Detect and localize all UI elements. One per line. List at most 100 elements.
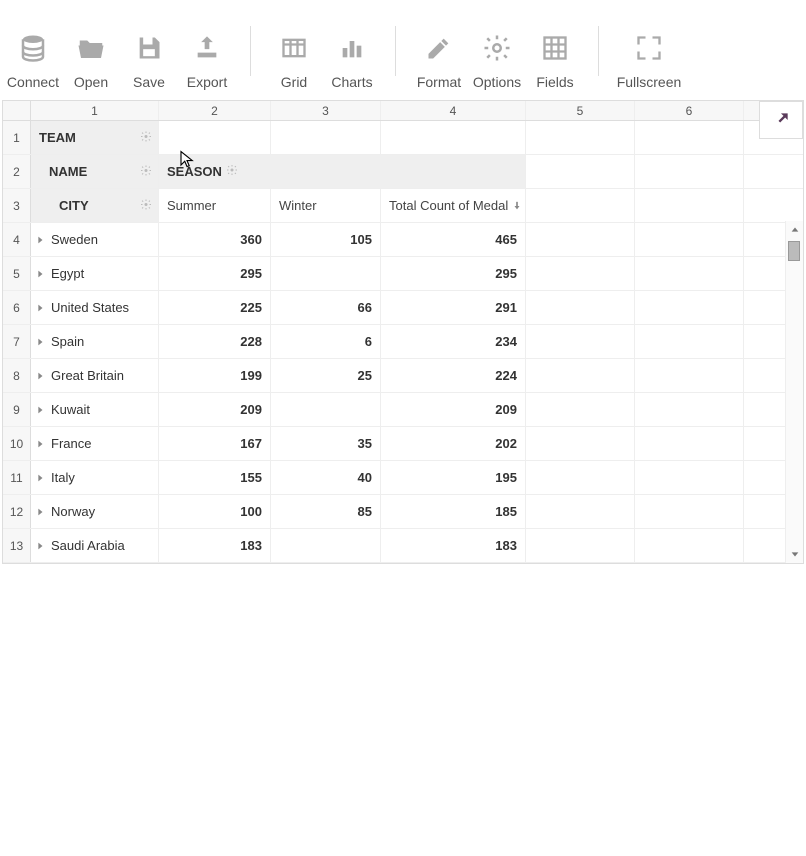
expand-icon[interactable]: [35, 303, 45, 313]
team-cell[interactable]: Saudi Arabia: [31, 529, 159, 562]
separator: [598, 26, 599, 76]
col-header-2[interactable]: 2: [159, 101, 271, 120]
total-value[interactable]: 195: [381, 461, 526, 494]
scroll-up-icon[interactable]: [788, 223, 802, 237]
hierarchy-row-name: 2 NAME SEASON: [3, 155, 803, 189]
winter-value[interactable]: [271, 529, 381, 562]
team-cell[interactable]: Norway: [31, 495, 159, 528]
total-value[interactable]: 291: [381, 291, 526, 324]
team-cell[interactable]: Egypt: [31, 257, 159, 290]
gear-icon[interactable]: [226, 164, 238, 179]
expand-icon[interactable]: [35, 269, 45, 279]
summer-value[interactable]: 295: [159, 257, 271, 290]
summer-value[interactable]: 228: [159, 325, 271, 358]
row-number: 11: [3, 461, 31, 494]
summer-value[interactable]: 100: [159, 495, 271, 528]
winter-value[interactable]: [271, 393, 381, 426]
winter-value[interactable]: 85: [271, 495, 381, 528]
name-header[interactable]: NAME: [31, 155, 159, 188]
open-button[interactable]: Open: [62, 18, 120, 90]
winter-value[interactable]: 25: [271, 359, 381, 392]
chart-icon: [338, 26, 366, 70]
expand-icon[interactable]: [35, 541, 45, 551]
col-header-5[interactable]: 5: [526, 101, 635, 120]
table-row: 13Saudi Arabia183183: [3, 529, 803, 563]
col-header-1[interactable]: 1: [31, 101, 159, 120]
total-value[interactable]: 183: [381, 529, 526, 562]
table-row: 7Spain2286234: [3, 325, 803, 359]
fields-button[interactable]: Fields: [526, 18, 584, 90]
total-value[interactable]: 209: [381, 393, 526, 426]
expand-icon[interactable]: [35, 439, 45, 449]
total-value[interactable]: 295: [381, 257, 526, 290]
total-value[interactable]: 202: [381, 427, 526, 460]
team-name: France: [51, 436, 91, 451]
team-cell[interactable]: Kuwait: [31, 393, 159, 426]
team-cell[interactable]: Italy: [31, 461, 159, 494]
winter-value[interactable]: [271, 257, 381, 290]
charts-button[interactable]: Charts: [323, 18, 381, 90]
summer-value[interactable]: 199: [159, 359, 271, 392]
team-cell[interactable]: Sweden: [31, 223, 159, 256]
options-button[interactable]: Options: [468, 18, 526, 90]
gear-icon[interactable]: [140, 130, 152, 145]
col-header-4[interactable]: 4: [381, 101, 526, 120]
table-row: 11Italy15540195: [3, 461, 803, 495]
team-cell[interactable]: United States: [31, 291, 159, 324]
scroll-down-icon[interactable]: [788, 547, 802, 561]
gear-icon[interactable]: [140, 198, 152, 213]
summer-value[interactable]: 155: [159, 461, 271, 494]
winter-value[interactable]: 6: [271, 325, 381, 358]
expand-icon[interactable]: [35, 337, 45, 347]
team-header[interactable]: TEAM: [31, 121, 159, 154]
expand-icon[interactable]: [35, 235, 45, 245]
summer-value[interactable]: 225: [159, 291, 271, 324]
winter-value[interactable]: 35: [271, 427, 381, 460]
total-value[interactable]: 224: [381, 359, 526, 392]
team-name: United States: [51, 300, 129, 315]
fullscreen-button[interactable]: Fullscreen: [613, 18, 685, 90]
season-header[interactable]: SEASON: [159, 155, 526, 188]
summer-col[interactable]: Summer: [159, 189, 271, 222]
row-number: 8: [3, 359, 31, 392]
total-value[interactable]: 234: [381, 325, 526, 358]
col-header-3[interactable]: 3: [271, 101, 381, 120]
export-button[interactable]: Export: [178, 18, 236, 90]
winter-col[interactable]: Winter: [271, 189, 381, 222]
vertical-scrollbar[interactable]: [785, 221, 803, 563]
summer-value[interactable]: 183: [159, 529, 271, 562]
row-number: 5: [3, 257, 31, 290]
expand-icon[interactable]: [35, 473, 45, 483]
winter-value[interactable]: 40: [271, 461, 381, 494]
grid-icon: [280, 26, 308, 70]
save-button[interactable]: Save: [120, 18, 178, 90]
summer-value[interactable]: 360: [159, 223, 271, 256]
total-value[interactable]: 185: [381, 495, 526, 528]
col-header-6[interactable]: 6: [635, 101, 744, 120]
team-name: Saudi Arabia: [51, 538, 125, 553]
team-cell[interactable]: Great Britain: [31, 359, 159, 392]
grid-button[interactable]: Grid: [265, 18, 323, 90]
gear-icon[interactable]: [140, 164, 152, 179]
city-header[interactable]: CITY: [31, 189, 159, 222]
winter-value[interactable]: 66: [271, 291, 381, 324]
expand-icon[interactable]: [35, 507, 45, 517]
row-number: 3: [3, 189, 31, 222]
summer-value[interactable]: 167: [159, 427, 271, 460]
winter-value[interactable]: 105: [271, 223, 381, 256]
row-number: 12: [3, 495, 31, 528]
expand-icon[interactable]: [35, 371, 45, 381]
toolbar: Connect Open Save Export Grid Charts For…: [0, 0, 806, 100]
total-value[interactable]: 465: [381, 223, 526, 256]
expand-icon[interactable]: [35, 405, 45, 415]
team-cell[interactable]: France: [31, 427, 159, 460]
format-button[interactable]: Format: [410, 18, 468, 90]
total-col[interactable]: Total Count of Medal: [381, 189, 526, 222]
scroll-thumb[interactable]: [788, 241, 800, 261]
connect-button[interactable]: Connect: [4, 18, 62, 90]
export-icon: [193, 26, 221, 70]
team-cell[interactable]: Spain: [31, 325, 159, 358]
collapse-button[interactable]: [759, 101, 803, 139]
pencil-icon: [425, 26, 453, 70]
summer-value[interactable]: 209: [159, 393, 271, 426]
